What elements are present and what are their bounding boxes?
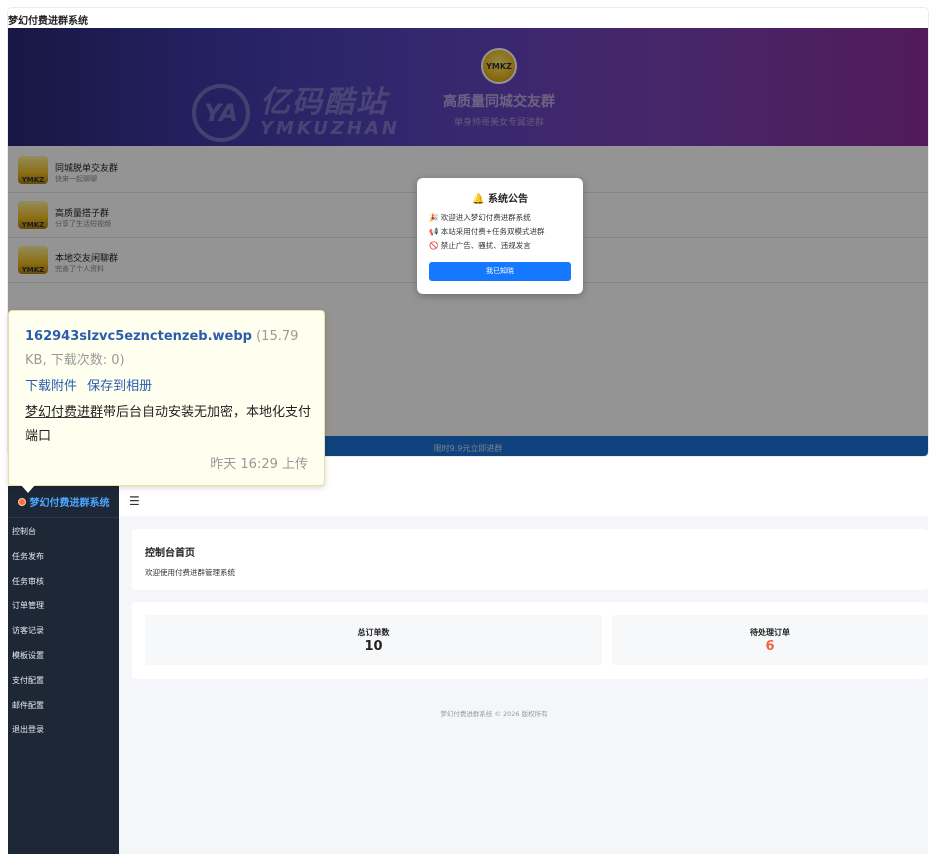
stat-label: 总订单数 xyxy=(357,628,390,637)
sidebar-item-templates[interactable]: 模板设置 xyxy=(8,644,119,669)
save-to-album-link[interactable]: 保存到相册 xyxy=(87,379,152,394)
notice-line: 🎉 欢迎进入梦幻付费进群系统 xyxy=(429,213,531,222)
stat-total-orders: 总订单数 10 xyxy=(145,615,602,665)
admin-panel: 梦幻付费进群系统 控制台 任务发布 任务审核 订单管理 访客记录 模板设置 支付… xyxy=(8,486,928,854)
sidebar-item-visitors[interactable]: 访客记录 xyxy=(8,619,119,644)
welcome-card: 控制台首页 欢迎使用付费进群管理系统 xyxy=(132,529,928,590)
attachment-filename[interactable]: 162943slzvc5eznctenzeb.webp xyxy=(25,329,252,344)
screenshot-root: 梦幻付费进群系统 YA 亿码酷站 YMKUZHAN YMKZ 高质量同城交友群 … xyxy=(0,0,936,862)
sidebar: 梦幻付费进群系统 控制台 任务发布 任务审核 订单管理 访客记录 模板设置 支付… xyxy=(8,486,119,854)
stat-label: 待处理订单 xyxy=(750,628,790,637)
acknowledge-button[interactable]: 我已知晓 xyxy=(429,262,571,281)
notice-line: 📢 本站采用付费+任务双模式进群 xyxy=(429,227,545,236)
sidebar-item-orders[interactable]: 订单管理 xyxy=(8,594,119,619)
party-icon: 🎉 xyxy=(429,213,439,222)
stat-value: 6 xyxy=(765,639,775,654)
site-title: 梦幻付费进群系统 xyxy=(8,16,88,27)
page-title: 控制台首页 xyxy=(145,548,195,559)
description-link[interactable]: 梦幻付费进群 xyxy=(25,405,103,420)
stat-pending-orders: 待处理订单 6 xyxy=(612,615,928,665)
attachment-description: 梦幻付费进群带后台自动安装无加密，本地化支付端口 xyxy=(25,405,312,444)
sidebar-item-payment[interactable]: 支付配置 xyxy=(8,669,119,694)
sidebar-menu: 控制台 任务发布 任务审核 订单管理 访客记录 模板设置 支付配置 邮件配置 退… xyxy=(8,520,119,743)
download-link[interactable]: 下载附件 xyxy=(25,379,77,394)
sidebar-item-task-review[interactable]: 任务审核 xyxy=(8,570,119,595)
footer-copyright: 梦幻付费进群系统 © 2026 版权所有 xyxy=(440,710,548,718)
notice-modal: 🔔 系统公告 🎉 欢迎进入梦幻付费进群系统 📢 本站采用付费+任务双模式进群 🚫… xyxy=(417,178,583,294)
page-subtitle: 欢迎使用付费进群管理系统 xyxy=(145,568,235,577)
megaphone-icon: 📢 xyxy=(429,227,439,236)
sidebar-item-dashboard[interactable]: 控制台 xyxy=(8,520,119,545)
notice-title: 系统公告 xyxy=(487,194,528,205)
brand-logo-icon xyxy=(17,497,26,506)
stats-card: 总订单数 10 待处理订单 6 xyxy=(132,602,928,679)
prohibited-icon: 🚫 xyxy=(429,241,439,250)
bell-icon: 🔔 xyxy=(472,194,485,205)
stat-value: 10 xyxy=(364,639,383,654)
sidebar-item-task-publish[interactable]: 任务发布 xyxy=(8,545,119,570)
notice-line: 🚫 禁止广告、骚扰、违规发言 xyxy=(429,241,531,250)
sidebar-item-mail[interactable]: 邮件配置 xyxy=(8,694,119,719)
topbar: ☰ xyxy=(119,486,928,516)
menu-toggle-icon[interactable]: ☰ xyxy=(129,494,140,508)
attachment-tooltip: 162943slzvc5eznctenzeb.webp (15.79 KB, 下… xyxy=(8,310,325,493)
sidebar-item-logout[interactable]: 退出登录 xyxy=(8,718,119,743)
upload-time: 昨天 16:29 上传 xyxy=(210,457,308,472)
